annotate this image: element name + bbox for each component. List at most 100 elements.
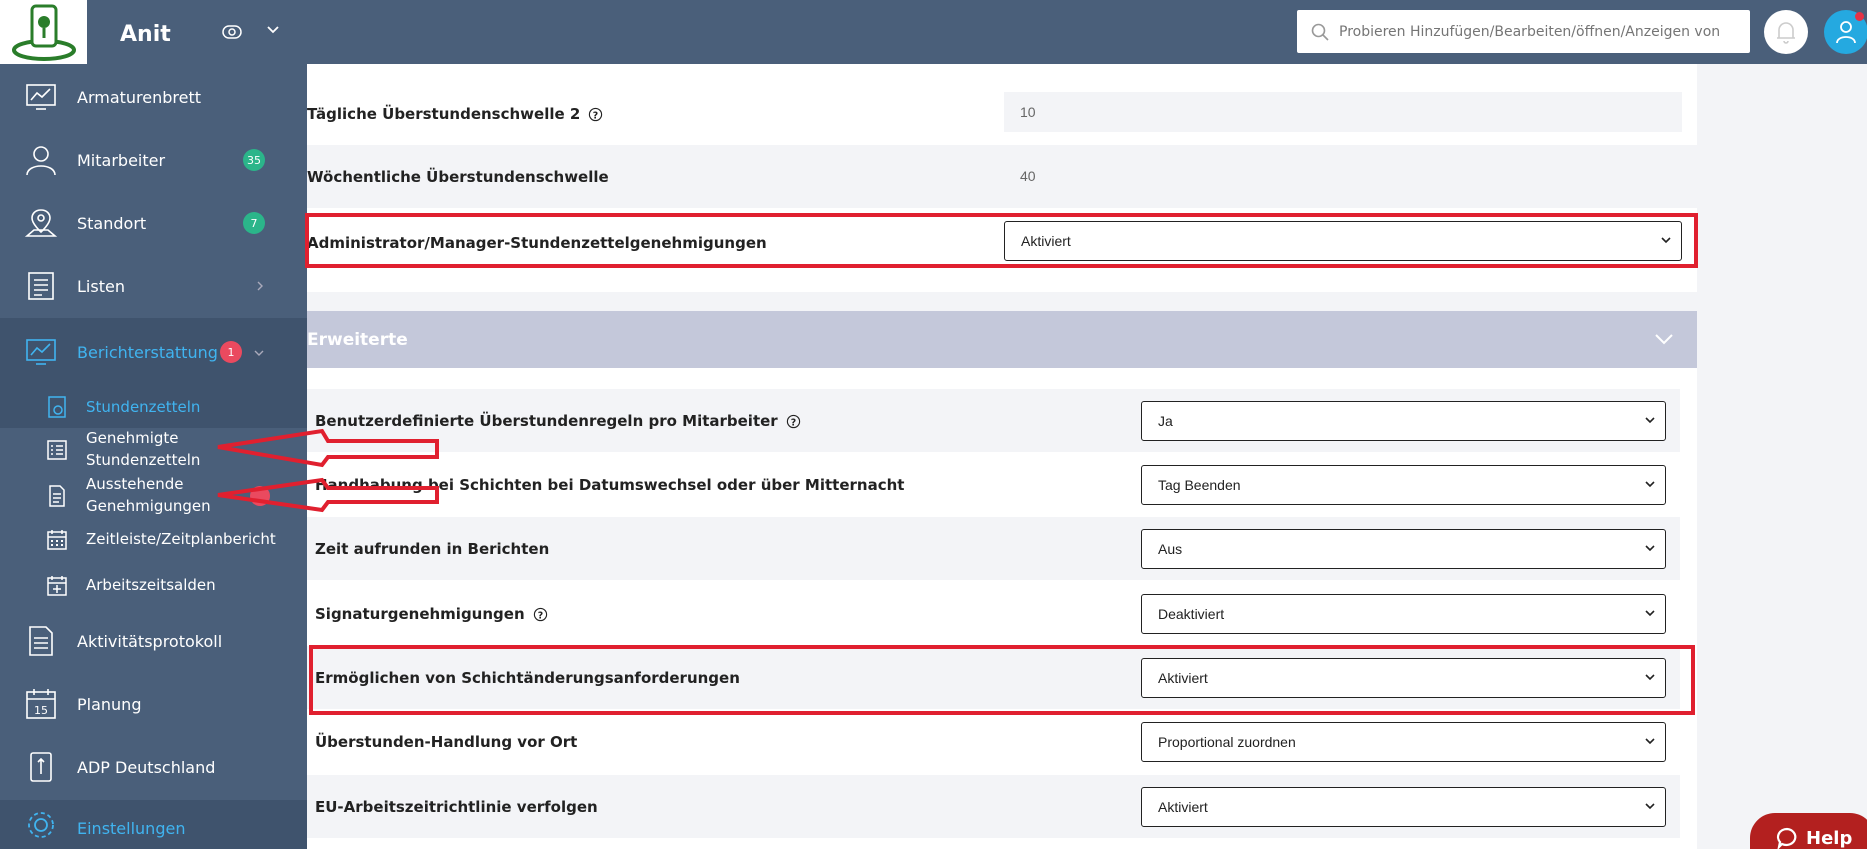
logo[interactable] — [0, 0, 87, 64]
help-circle-icon[interactable]: ? — [786, 414, 801, 429]
chevron-down-icon — [1645, 417, 1655, 424]
select-value: Tag Beenden — [1158, 477, 1241, 493]
calendar-plus-icon — [47, 576, 67, 596]
sidebar-item-label: Planung — [77, 695, 142, 714]
settings-row: Signaturgenehmigungen? Deaktiviert — [307, 582, 1680, 645]
sidebar-item-reporting[interactable]: Berichterstattung 1 — [0, 318, 307, 386]
sidebar-item-label: Berichterstattung — [77, 342, 218, 362]
setting-label: Überstunden-Handlung vor Ort — [315, 732, 578, 751]
select-value: Aktiviert — [1158, 799, 1208, 815]
sidebar-item-lists[interactable]: Listen — [0, 255, 307, 318]
sidebar-item-settings[interactable]: Einstellungen — [0, 800, 307, 849]
sidebar-item-label: Listen — [77, 277, 125, 296]
submenu-item-label-line2: Genehmigungen — [86, 497, 211, 515]
chevron-down-icon[interactable] — [266, 22, 280, 40]
help-label: Help — [1806, 827, 1853, 849]
settings-row: EU-Arbeitszeitrichtlinie verfolgen Aktiv… — [307, 775, 1680, 838]
settings-row: Überstunden-Handlung vor Ort Proportiona… — [307, 710, 1680, 773]
help-button[interactable]: Help — [1750, 813, 1867, 849]
search-icon — [1311, 23, 1329, 41]
sidebar-item-label: Mitarbeiter — [77, 151, 166, 170]
sidebar-item-label: ADP Deutschland — [77, 758, 216, 777]
dashboard-icon — [26, 84, 56, 110]
highlight-box — [305, 213, 1698, 268]
submenu-item-timeline-report[interactable]: Zeitleiste/Zeitplanbericht — [0, 528, 307, 552]
annotation-arrows — [217, 428, 439, 513]
chevron-down-icon — [1645, 481, 1655, 488]
eu-working-time-directive-select[interactable]: Aktiviert — [1141, 787, 1666, 827]
notification-dot — [1855, 12, 1864, 21]
submenu-item-label: Stundenzetteln — [86, 398, 201, 416]
location-icon — [24, 209, 58, 237]
employee-count-badge: 35 — [243, 149, 265, 171]
calendar-grid-icon — [47, 530, 67, 550]
setting-label: Zeit aufrunden in Berichten — [315, 539, 550, 558]
sidebar-item-planning[interactable]: 15 Planung — [0, 673, 307, 736]
chevron-right-icon — [257, 281, 263, 291]
search-bar[interactable] — [1297, 10, 1750, 53]
location-count-badge: 7 — [243, 212, 265, 234]
employee-icon — [26, 146, 56, 176]
select-value: Proportional zuordnen — [1158, 734, 1296, 750]
svg-text:15: 15 — [34, 704, 48, 717]
brand-name: Anit — [120, 22, 171, 47]
top-bar: Anit — [0, 0, 1867, 64]
daily-overtime-threshold-2-field[interactable]: 10 — [1004, 92, 1682, 132]
chevron-down-icon — [1655, 334, 1673, 345]
list-icon — [28, 272, 54, 300]
sidebar-item-label: Standort — [77, 214, 147, 233]
select-value: Aus — [1158, 541, 1183, 557]
submenu-item-working-time-balances[interactable]: Arbeitszeitsalden — [0, 574, 307, 598]
settings-row: Benutzerdefinierte Überstundenregeln pro… — [307, 389, 1680, 452]
help-circle-icon[interactable]: ? — [533, 607, 548, 622]
activity-log-icon — [29, 626, 53, 656]
sidebar-item-adp[interactable]: ADP Deutschland — [0, 736, 307, 799]
sidebar-item-employees[interactable]: Mitarbeiter 35 — [0, 129, 307, 192]
calendar-icon: 15 — [26, 689, 56, 719]
submenu-item-label: Zeitleiste/Zeitplanbericht — [86, 530, 276, 548]
help-circle-icon[interactable]: ? — [588, 107, 603, 122]
setting-label: Signaturgenehmigungen? — [315, 605, 548, 623]
onsite-overtime-handling-select[interactable]: Proportional zuordnen — [1141, 722, 1666, 762]
sidebar-item-label: Armaturenbrett — [77, 88, 202, 107]
gear-icon — [28, 812, 54, 838]
submenu-item-label: Arbeitszeitsalden — [86, 576, 216, 594]
select-value: Deaktiviert — [1158, 606, 1225, 622]
submenu-item-timesheets[interactable]: Stundenzetteln — [0, 386, 307, 428]
annotation-arrow-pending — [217, 477, 439, 513]
sidebar-item-activity-log[interactable]: Aktivitätsprotokoll — [0, 610, 307, 673]
signature-approvals-select[interactable]: Deaktiviert — [1141, 594, 1666, 634]
round-time-select[interactable]: Aus — [1141, 529, 1666, 569]
submenu-item-label-line2: Stundenzetteln — [86, 451, 201, 469]
checklist-icon — [47, 440, 67, 460]
submenu-item-label-line1: Genehmigte — [86, 429, 179, 447]
svg-text:?: ? — [593, 110, 598, 121]
settings-row: Wöchentliche Überstundenschwelle 40 — [307, 145, 1697, 208]
chevron-down-icon — [1645, 803, 1655, 810]
midnight-shift-handling-select[interactable]: Tag Beenden — [1141, 465, 1666, 505]
settings-row: Tägliche Überstundenschwelle 2? 10 — [307, 82, 1697, 145]
settings-row: Zeit aufrunden in Berichten Aus — [307, 517, 1680, 580]
chevron-down-icon — [1645, 738, 1655, 745]
setting-label: Tägliche Überstundenschwelle 2? — [307, 105, 603, 123]
bell-icon[interactable] — [1764, 10, 1808, 54]
svg-text:?: ? — [790, 417, 795, 428]
reporting-count-badge: 1 — [220, 341, 242, 363]
sidebar-item-dashboard[interactable]: Armaturenbrett — [0, 66, 307, 129]
submenu-item-label-line1: Ausstehende — [86, 475, 184, 493]
currency-icon[interactable] — [222, 24, 242, 40]
search-input[interactable] — [1339, 23, 1739, 40]
setting-label: EU-Arbeitszeitrichtlinie verfolgen — [315, 797, 598, 816]
sidebar-item-label: Einstellungen — [77, 819, 186, 838]
section-title: Erweiterte — [307, 329, 408, 350]
svg-text:?: ? — [537, 610, 542, 621]
custom-overtime-rules-select[interactable]: Ja — [1141, 401, 1666, 441]
chevron-down-icon — [1645, 610, 1655, 617]
advanced-section-header[interactable]: Erweiterte — [307, 311, 1697, 368]
select-value: Ja — [1158, 413, 1173, 429]
sidebar-item-label: Aktivitätsprotokoll — [77, 632, 223, 651]
chat-bubble-icon — [1776, 827, 1797, 849]
annotation-arrow-approved — [217, 428, 439, 468]
sidebar-item-location[interactable]: Standort 7 — [0, 192, 307, 255]
weekly-overtime-threshold-field[interactable]: 40 — [1004, 156, 1682, 196]
